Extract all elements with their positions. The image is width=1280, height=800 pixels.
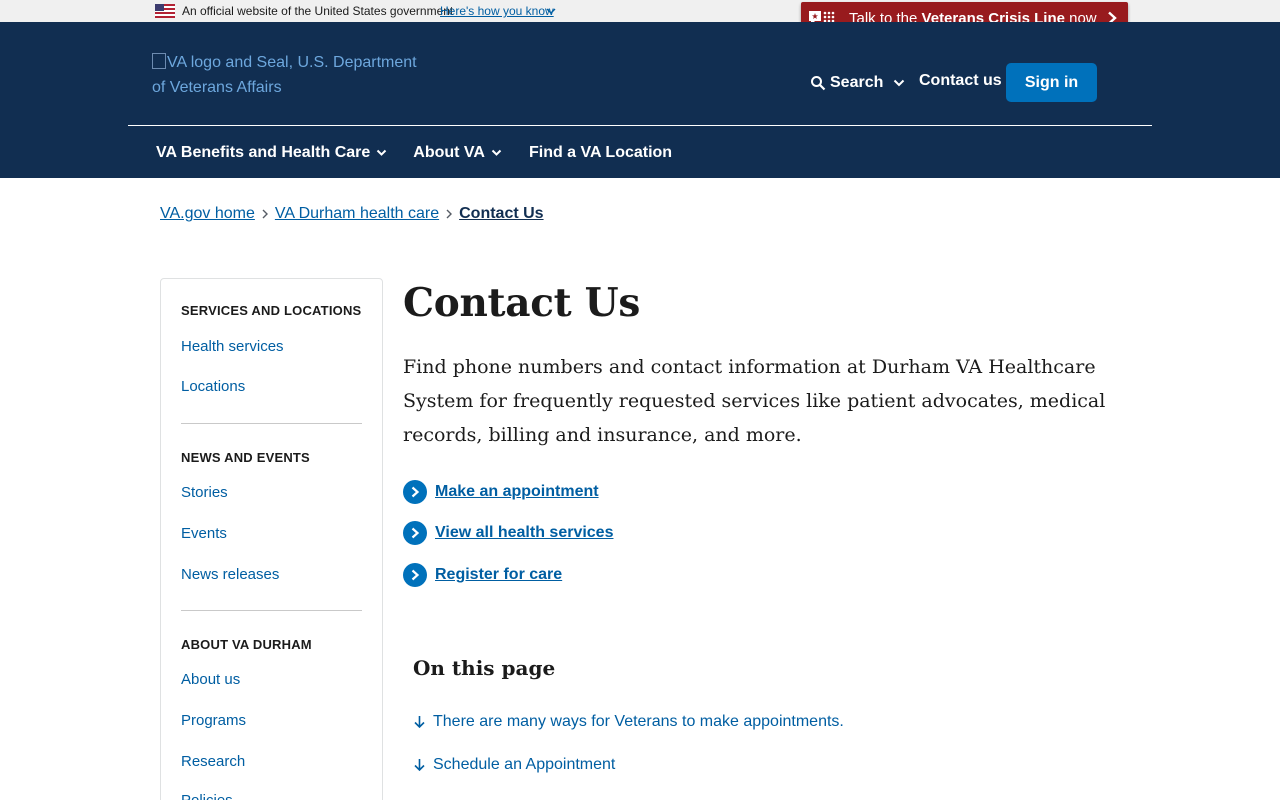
official-website-text: An official website of the United States… xyxy=(182,4,454,18)
sidebar-item-policies[interactable]: Policies xyxy=(181,792,233,800)
sidebar-divider xyxy=(181,610,362,611)
chevron-right-icon xyxy=(446,209,453,219)
broken-image-icon xyxy=(152,53,166,69)
sidebar-section-title: ABOUT VA DURHAM xyxy=(181,637,312,652)
jump-link-label: There are many ways for Veterans to make… xyxy=(433,713,844,730)
va-logo[interactable]: VA logo and Seal, U.S. Department of Vet… xyxy=(152,50,422,102)
search-icon xyxy=(811,76,826,91)
sidebar-divider xyxy=(181,423,362,424)
arrow-down-icon xyxy=(414,759,425,772)
chevron-down-icon xyxy=(377,149,387,156)
chevron-down-icon xyxy=(491,149,502,156)
sidebar-item-events[interactable]: Events xyxy=(181,525,227,542)
chevron-down-icon xyxy=(546,8,556,14)
on-this-page-title: On this page xyxy=(413,656,556,680)
view-all-health-services-link[interactable]: View all health services xyxy=(403,521,613,545)
sidebar-item-news-releases[interactable]: News releases xyxy=(181,566,279,583)
circle-chevron-right-icon xyxy=(403,521,427,545)
breadcrumb: VA.gov home VA Durham health care Contac… xyxy=(160,204,544,224)
nav-label: About VA xyxy=(413,144,485,161)
sidebar-item-health-services[interactable]: Health services xyxy=(181,338,284,355)
header-divider xyxy=(128,125,1152,126)
circle-chevron-right-icon xyxy=(403,563,427,587)
action-link-label: Make an appointment xyxy=(435,483,599,500)
nav-about-va[interactable]: About VA xyxy=(413,144,502,162)
jump-link-schedule-appointment[interactable]: Schedule an Appointment xyxy=(413,755,615,775)
main-nav: VA Benefits and Health Care About VA Fin… xyxy=(156,144,672,162)
heres-how-you-know-link[interactable]: Here's how you know xyxy=(440,4,554,18)
sign-in-button[interactable]: Sign in xyxy=(1006,63,1097,102)
arrow-down-icon xyxy=(414,716,425,729)
search-label: Search xyxy=(830,74,884,91)
us-flag-icon xyxy=(155,4,175,18)
sidebar-item-stories[interactable]: Stories xyxy=(181,484,228,501)
jump-link-make-appointments[interactable]: There are many ways for Veterans to make… xyxy=(413,712,844,732)
breadcrumb-va-gov-home[interactable]: VA.gov home xyxy=(160,205,255,223)
sidebar-nav: SERVICES AND LOCATIONS Health services L… xyxy=(160,278,383,800)
intro-text: Find phone numbers and contact informati… xyxy=(403,356,1106,446)
make-an-appointment-link[interactable]: Make an appointment xyxy=(403,480,599,504)
va-logo-alt-text: VA logo and Seal, U.S. Department of Vet… xyxy=(152,54,417,96)
nav-label: Find a VA Location xyxy=(528,144,673,161)
sidebar-item-about-us[interactable]: About us xyxy=(181,671,240,688)
page-title: Contact Us xyxy=(403,280,640,326)
action-link-label: Register for care xyxy=(435,566,563,583)
contact-us-link[interactable]: Contact us xyxy=(919,72,1002,90)
nav-label: VA Benefits and Health Care xyxy=(156,144,371,161)
sidebar-item-locations[interactable]: Locations xyxy=(181,378,245,395)
circle-chevron-right-icon xyxy=(403,480,427,504)
register-for-care-link[interactable]: Register for care xyxy=(403,563,562,587)
action-link-label: View all health services xyxy=(435,524,614,541)
search-button[interactable]: Search xyxy=(810,72,905,94)
sidebar-item-programs[interactable]: Programs xyxy=(181,712,246,729)
site-header: VA logo and Seal, U.S. Department of Vet… xyxy=(0,22,1280,178)
nav-va-benefits-and-health-care[interactable]: VA Benefits and Health Care xyxy=(156,144,387,162)
chevron-right-icon xyxy=(262,209,268,219)
jump-link-label: Schedule an Appointment xyxy=(433,756,616,773)
breadcrumb-va-durham-health-care[interactable]: VA Durham health care xyxy=(275,205,439,223)
sidebar-item-research[interactable]: Research xyxy=(181,753,245,770)
nav-find-a-va-location[interactable]: Find a VA Location xyxy=(529,144,672,162)
chevron-down-icon xyxy=(894,79,905,87)
sidebar-section-title: NEWS AND EVENTS xyxy=(181,450,310,465)
breadcrumb-contact-us[interactable]: Contact Us xyxy=(459,205,543,223)
sidebar-section-title: SERVICES AND LOCATIONS xyxy=(181,303,362,318)
